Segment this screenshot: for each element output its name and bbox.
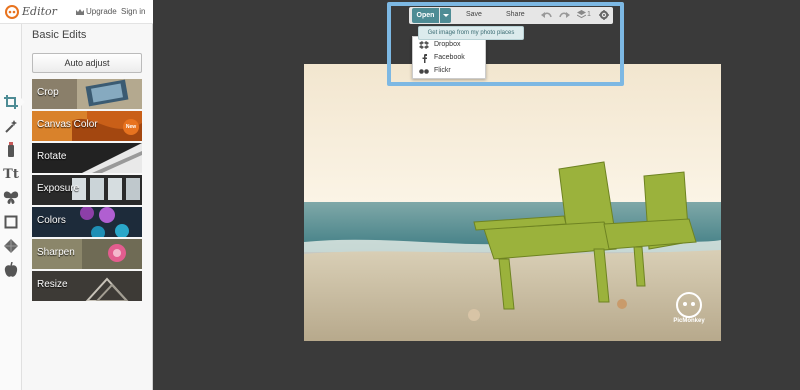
photo-canvas[interactable] <box>304 64 721 341</box>
save-button[interactable]: Save <box>466 11 482 18</box>
colors-label: Colors <box>37 215 66 226</box>
resize-tile[interactable]: Resize <box>32 271 142 301</box>
open-dropdown-caret[interactable] <box>440 8 451 23</box>
apple-icon <box>4 262 18 277</box>
share-button[interactable]: Share <box>506 11 525 18</box>
overlays-tool[interactable] <box>1 188 21 208</box>
monkey-logo-icon[interactable] <box>4 5 20 19</box>
exposure-tile[interactable]: Exposure <box>32 175 142 205</box>
menu-item-flickr[interactable]: Flickr <box>413 65 487 78</box>
effects-tool[interactable] <box>1 116 21 136</box>
beach-chairs-photo <box>304 64 721 341</box>
flickr-icon <box>419 69 429 74</box>
app-title: Editor <box>22 5 57 18</box>
crop-tool[interactable] <box>1 92 25 112</box>
upgrade-label: Upgrade <box>86 7 117 16</box>
upgrade-link[interactable]: Upgrade <box>76 7 117 16</box>
themes-tool[interactable] <box>1 260 21 280</box>
crop-icon <box>4 95 18 109</box>
main-toolbar: Open Save Share 1 <box>409 7 613 24</box>
colors-tile[interactable]: Colors <box>32 207 142 237</box>
text-icon: Tt <box>3 166 19 182</box>
canvas-color-tile[interactable]: Canvas Color New <box>32 111 142 141</box>
touch-up-tool[interactable] <box>1 140 21 160</box>
resize-label: Resize <box>37 279 68 290</box>
section-title: Basic Edits <box>32 29 87 41</box>
left-panel: Editor Upgrade Sign in Tt Basic Edits Au… <box>0 0 153 390</box>
tool-strip: Tt <box>0 24 25 390</box>
sign-in-link[interactable]: Sign in <box>121 7 145 16</box>
rotate-label: Rotate <box>37 151 67 162</box>
crown-icon <box>76 8 84 15</box>
open-tooltip: Get image from my photo places <box>418 26 524 40</box>
redo-icon[interactable] <box>559 11 570 20</box>
crop-label: Crop <box>37 87 59 98</box>
facebook-icon <box>422 54 427 63</box>
crop-tile[interactable]: Crop <box>32 79 142 109</box>
layers-icon <box>577 10 586 19</box>
rotate-tile[interactable]: Rotate <box>32 143 142 173</box>
top-bar: Editor Upgrade Sign in <box>0 0 153 24</box>
sharpen-tile[interactable]: Sharpen <box>32 239 142 269</box>
dropbox-icon <box>419 41 429 49</box>
sharpen-label: Sharpen <box>37 247 75 258</box>
menu-item-label: Flickr <box>434 67 451 74</box>
frames-tool[interactable] <box>1 212 21 232</box>
open-dropdown-menu: Dropbox Facebook Flickr <box>412 36 486 79</box>
textures-tool[interactable] <box>1 236 21 256</box>
text-tool[interactable]: Tt <box>1 164 21 184</box>
auto-adjust-button[interactable]: Auto adjust <box>32 53 142 73</box>
exposure-label: Exposure <box>37 183 80 194</box>
watermark-text: PicMonkey <box>673 318 705 324</box>
canvas-color-label: Canvas Color <box>37 119 98 130</box>
menu-item-dropbox[interactable]: Dropbox <box>413 39 487 52</box>
gear-icon[interactable] <box>599 10 609 20</box>
open-button[interactable]: Open <box>412 8 439 23</box>
frame-icon <box>4 215 18 229</box>
layers-button[interactable]: 1 <box>577 10 591 19</box>
menu-item-label: Facebook <box>434 54 465 61</box>
menu-item-facebook[interactable]: Facebook <box>413 52 487 65</box>
layers-count: 1 <box>587 11 591 18</box>
menu-item-label: Dropbox <box>434 41 461 48</box>
new-badge: New <box>123 119 139 135</box>
brush-icon <box>8 142 14 157</box>
picmonkey-watermark-icon <box>676 292 702 318</box>
undo-icon[interactable] <box>541 11 552 20</box>
texture-icon <box>4 239 18 253</box>
magic-wand-icon <box>5 120 17 133</box>
butterfly-icon <box>3 191 19 204</box>
